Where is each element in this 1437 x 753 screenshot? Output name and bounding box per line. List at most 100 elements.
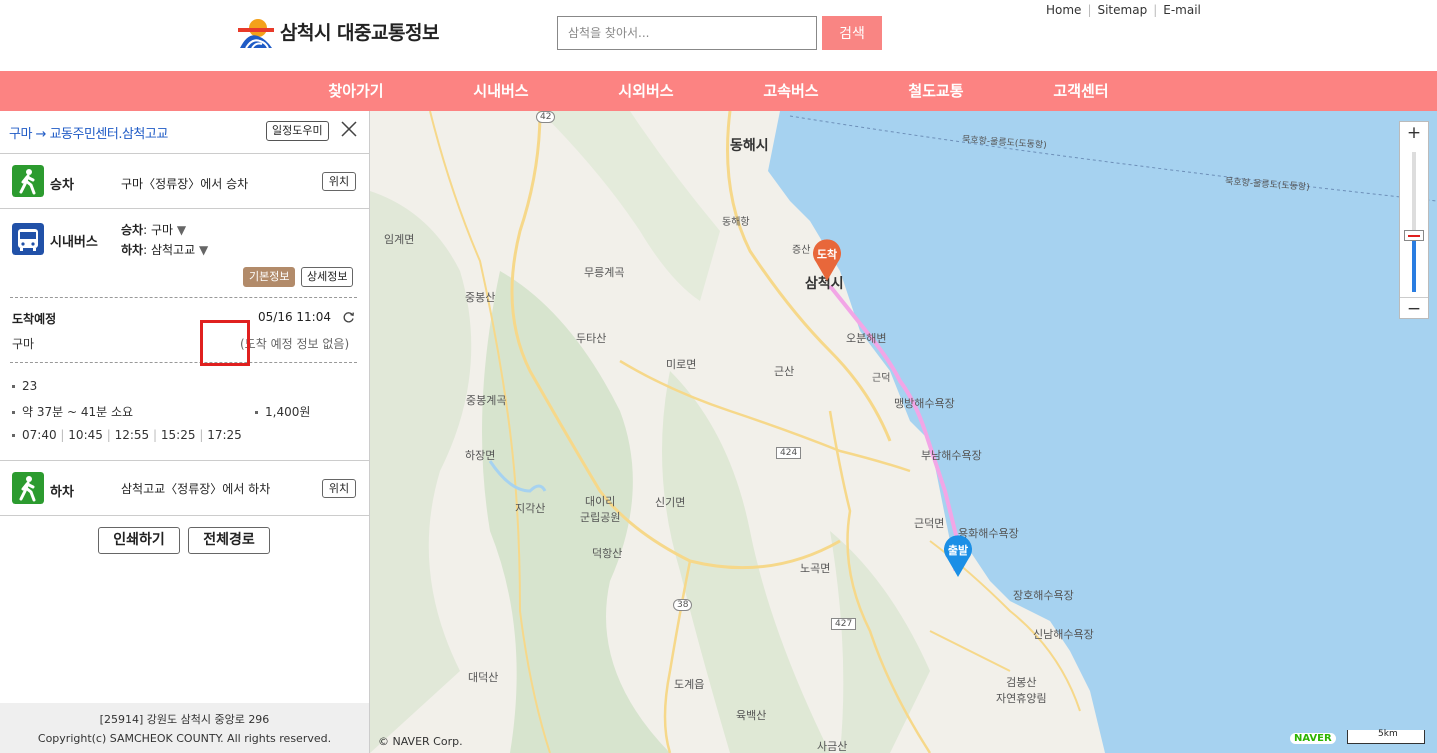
panel-header: 구마 → 교동주민센터.삼척고교 일정도우미 [0,111,369,154]
bus-board-info[interactable]: 승차: 구마 ▼ [121,221,186,238]
map-label-maengbang: 맹방해수욕장 [894,397,955,410]
timetable: 07:40 | 10:45 | 12:55 | 15:25 | 17:25 [12,428,242,442]
arrival-marker-label: 도착 [816,248,838,261]
detail-info-button[interactable]: 상세정보 [301,267,354,287]
alight-location-button[interactable]: 위치 [322,479,356,498]
arrival-note: (도착 예정 정보 없음) [240,337,350,351]
naver-logo: NAVER [1290,733,1336,744]
nav-item-express-bus[interactable]: 고속버스 [763,71,818,111]
map-label-geombong: 검봉산 자연휴양림 [996,676,1047,705]
footer: [25914] 강원도 삼척시 중앙로 296 Copyright(c) SAM… [0,703,369,753]
map-label-duta: 두타산 [576,332,607,345]
header: 삼척시 대중교통정보 검색 Home | Sitemap | E-mail [0,0,1437,71]
nav-item-city-bus[interactable]: 시내버스 [473,71,528,111]
utility-links: Home | Sitemap | E-mail [1040,3,1207,17]
time-item: 12:55 [114,428,150,442]
road-sign-42: 42 [536,111,556,123]
map-label-jungbonggyegok: 중봉계곡 [466,394,507,407]
email-link[interactable]: E-mail [1157,3,1207,17]
sitemap-link[interactable]: Sitemap [1091,3,1153,17]
alight-step: 하차 삼척고교〈정류장〉에서 하차 위치 [0,461,369,516]
road-sign-424: 424 [776,447,802,459]
map-label-jeungsan: 증산 [792,245,811,256]
nav-item-railway[interactable]: 철도교통 [908,71,963,111]
refresh-icon[interactable] [342,311,355,324]
footer-copyright: Copyright(c) SAMCHEOK COUNTY. All rights… [37,732,332,745]
scale-label: 5km [1378,729,1398,739]
basic-info-button[interactable]: 기본정보 [243,267,296,287]
map-label-bunam: 부남해수욕장 [921,449,982,462]
map-scale: 5km [1347,729,1425,744]
board-label: 승차 [50,178,74,193]
map-label-deokhang: 덕항산 [592,547,623,560]
highlight-box [200,320,250,366]
main-nav: 찾아가기 시내버스 시외버스 고속버스 철도교통 고객센터 [0,71,1437,111]
zoom-control: + − [1399,121,1429,319]
search-input[interactable] [557,16,817,50]
map-label-imgye: 임계면 [384,233,415,246]
map-label-dogye: 도계읍 [674,678,705,691]
nav-item-directions[interactable]: 찾아가기 [328,71,383,111]
map-label-jigak: 지각산 [515,502,546,515]
map-label-daei: 대이리 군립공원 [580,495,621,524]
map-label-geunsan: 근산 [774,365,795,378]
nav-item-customer-center[interactable]: 고객센터 [1053,71,1108,111]
site-logo[interactable]: 삼척시 대중교통정보 [238,14,439,48]
stop-name: 구마 [12,337,35,351]
board-location-button[interactable]: 위치 [322,172,356,191]
alight-desc: 삼척고교〈정류장〉에서 하차 [121,482,271,496]
map-label-mureung: 무릉계곡 [584,266,625,279]
zoom-slider-handle[interactable] [1404,230,1424,241]
map-view[interactable]: 동해시 삼척시 임계면 미로면 하장면 신기면 근덕면 노곡면 도계읍 무릉계곡… [370,111,1437,753]
zoom-out-button[interactable]: − [1400,297,1428,319]
bus-alight-key: 하차 [121,243,144,257]
departure-marker[interactable]: 출발 [942,534,974,578]
map-label-sageum: 사금산 [817,740,848,753]
map-label-daedeok: 대덕산 [468,671,499,684]
walk-icon [12,472,44,504]
map-label-jangho: 장호해수욕장 [1013,589,1074,602]
walk-icon [12,165,44,197]
road-sign-38: 38 [673,599,693,611]
time-item-highlighted: 17:25 [207,428,242,442]
route-title: 구마 → 교동주민센터.삼척고교 [9,127,168,142]
zoom-in-button[interactable]: + [1400,122,1428,144]
arrival-label: 도착예정 [12,312,57,326]
route-number: 23 [12,379,37,393]
search-button[interactable]: 검색 [822,16,882,50]
bus-step: 시내버스 승차: 구마 ▼ 하차: 삼척고교 ▼ 기본정보 상세정보 도착예정 … [0,209,369,461]
samcheok-logo-icon [238,19,274,48]
fare: 1,400원 [255,403,310,420]
print-button[interactable]: 인쇄하기 [98,527,180,554]
zoom-level-fill [1412,240,1416,292]
close-icon[interactable] [341,121,357,137]
arrival-time: 05/16 11:04 [258,310,331,324]
bus-board-key: 승차 [121,223,144,237]
map-label-sinnam: 신남해수욕장 [1033,628,1094,641]
map-label-nogok: 노곡면 [800,562,831,575]
chevron-down-icon: ▼ [176,223,187,237]
bus-alight-info[interactable]: 하차: 삼척고교 ▼ [121,241,208,258]
map-attribution: © NAVER Corp. [378,735,463,748]
arrival-marker[interactable]: 도착 [811,238,843,282]
alight-label: 하차 [50,485,74,500]
map-label-hajang: 하장면 [465,449,496,462]
map-label-donghaehang: 동해항 [722,217,750,228]
duration: 약 37분 ~ 41분 소요 [12,403,133,420]
divider [10,297,357,298]
map-label-donghae: 동해시 [730,138,769,154]
map-label-jungbong: 중봉산 [465,291,496,304]
board-step: 승차 구마〈정류장〉에서 승차 위치 [0,154,369,209]
map-canvas [370,111,1437,753]
time-item: 07:40 [22,428,57,442]
full-route-button[interactable]: 전체경로 [188,527,270,554]
schedule-helper-button[interactable]: 일정도우미 [266,121,329,141]
chevron-down-icon: ▼ [198,243,209,257]
bus-board-value: : 구마 [143,223,174,237]
bus-label: 시내버스 [50,235,98,250]
logo-text: 삼척시 대중교통정보 [280,21,439,44]
footer-address: [25914] 강원도 삼척시 중앙로 296 [99,713,270,726]
home-link[interactable]: Home [1040,3,1087,17]
bus-icon [12,223,44,255]
nav-item-intercity-bus[interactable]: 시외버스 [618,71,673,111]
